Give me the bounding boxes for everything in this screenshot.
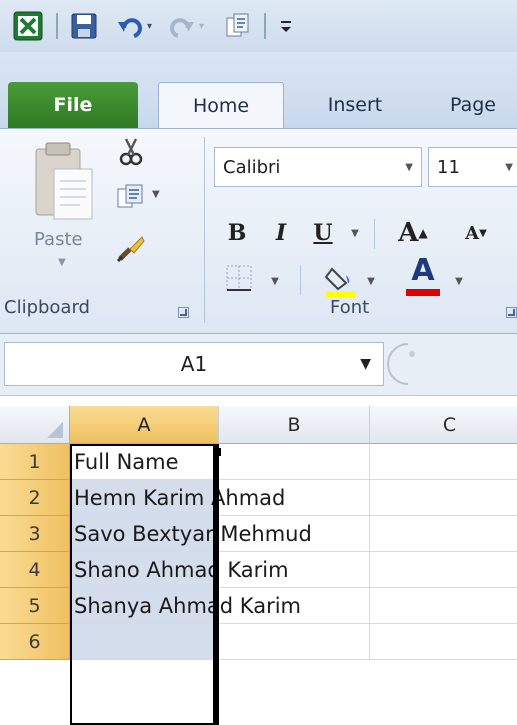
- format-painter-icon[interactable]: [116, 233, 146, 263]
- column-header-a[interactable]: A: [70, 406, 219, 444]
- cell-a5-text: Shanya Ahmad Karim: [74, 594, 301, 618]
- shrink-font-button[interactable]: A ▼: [456, 213, 496, 253]
- redo-dropdown-icon: ▾: [198, 20, 205, 32]
- clipboard-group-label: Clipboard: [4, 297, 90, 318]
- grow-font-glyph: A: [398, 218, 419, 248]
- paste-dropdown-icon[interactable]: ▼: [58, 257, 66, 268]
- font-name-value: Calibri: [223, 156, 281, 178]
- cell-a2-text: Hemn Karim Ahmad: [74, 486, 286, 510]
- paste-icon[interactable]: [30, 139, 98, 227]
- customize-icon[interactable]: [276, 9, 296, 43]
- fill-handle[interactable]: [213, 448, 221, 456]
- row-header-1[interactable]: 1: [0, 444, 70, 480]
- select-all-button[interactable]: [0, 406, 70, 444]
- redo-icon: ▾: [164, 9, 208, 43]
- cell-c1[interactable]: [370, 444, 517, 480]
- font-launcher-icon[interactable]: [506, 307, 517, 318]
- font-size-dropdown[interactable]: 11 ▼: [428, 147, 517, 187]
- worksheet-grid: A B C 1 Full Name 2 Hemn Karim Ahmad 3 S…: [0, 396, 517, 725]
- chevron-down-icon[interactable]: ▼: [405, 162, 413, 173]
- cell-a6[interactable]: [70, 624, 219, 660]
- font-name-dropdown[interactable]: Calibri ▼: [214, 147, 422, 187]
- cell-b6[interactable]: [219, 624, 370, 660]
- grow-font-button[interactable]: A ▲: [392, 213, 434, 253]
- separator: [374, 219, 375, 249]
- name-box[interactable]: A1 ▼: [4, 342, 384, 386]
- font-color-glyph: A: [411, 253, 435, 288]
- font-color-icon[interactable]: A: [402, 253, 444, 299]
- formula-bar: A1 ▼: [0, 334, 517, 396]
- font-color-swatch: [406, 289, 440, 296]
- font-size-value: 11: [437, 156, 460, 178]
- paste-special-icon[interactable]: [218, 9, 258, 43]
- borders-icon[interactable]: [222, 261, 256, 295]
- undo-icon[interactable]: ▾: [114, 9, 154, 43]
- tab-page-layout[interactable]: Page: [430, 82, 517, 128]
- tab-file[interactable]: File: [8, 82, 138, 128]
- copy-icon[interactable]: ▼: [116, 183, 166, 213]
- ribbon-tabs: File Home Insert Page: [0, 52, 517, 128]
- borders-dropdown-icon[interactable]: ▼: [266, 261, 284, 301]
- column-header-c[interactable]: C: [370, 406, 517, 444]
- selection-right-edge: [213, 444, 218, 725]
- fill-color-icon[interactable]: [322, 261, 360, 299]
- font-group-label: Font: [330, 297, 370, 318]
- row-header-3[interactable]: 3: [0, 516, 70, 552]
- paste-button-label[interactable]: Paste: [34, 229, 83, 250]
- cell-a1-text: Full Name: [74, 450, 179, 474]
- italic-button[interactable]: I: [266, 213, 296, 253]
- undo-dropdown-icon[interactable]: ▾: [147, 21, 152, 32]
- chevron-down-icon[interactable]: ▼: [505, 162, 513, 173]
- formula-bar-handle-icon[interactable]: [384, 342, 424, 386]
- group-separator: [204, 137, 205, 323]
- underline-button[interactable]: U: [308, 213, 338, 253]
- row-header-2[interactable]: 2: [0, 480, 70, 516]
- clipboard-launcher-icon[interactable]: [178, 307, 189, 318]
- copy-dropdown-icon[interactable]: ▼: [152, 189, 160, 200]
- bold-button[interactable]: B: [222, 213, 252, 253]
- cell-c3[interactable]: [370, 516, 517, 552]
- tab-insert[interactable]: Insert: [300, 82, 410, 128]
- shrink-font-glyph: A: [465, 222, 480, 244]
- ribbon-home: Paste ▼ ▼ Clipboard Calibri ▼ 11 ▼ B I U…: [0, 128, 517, 334]
- cell-c6[interactable]: [370, 624, 517, 660]
- column-header-b[interactable]: B: [219, 406, 370, 444]
- name-box-value: A1: [180, 352, 208, 376]
- row-header-4[interactable]: 4: [0, 552, 70, 588]
- row-header-6[interactable]: 6: [0, 624, 70, 660]
- save-icon[interactable]: [68, 9, 100, 43]
- fill-color-dropdown-icon[interactable]: ▼: [362, 261, 380, 301]
- qat-separator: [56, 13, 58, 39]
- tab-home[interactable]: Home: [158, 82, 284, 128]
- cut-icon[interactable]: [116, 137, 146, 167]
- font-color-dropdown-icon[interactable]: ▼: [450, 261, 468, 301]
- separator: [300, 265, 301, 295]
- cell-c4[interactable]: [370, 552, 517, 588]
- chevron-down-icon[interactable]: ▼: [360, 356, 371, 372]
- quick-access-toolbar: ▾ ▾: [0, 0, 517, 52]
- cell-a3-text: Savo Bextyar Mehmud: [74, 522, 312, 546]
- underline-dropdown-icon[interactable]: ▼: [346, 213, 364, 253]
- cell-c2[interactable]: [370, 480, 517, 516]
- cell-a4-text: Shano Ahmad Karim: [74, 558, 289, 582]
- row-header-5[interactable]: 5: [0, 588, 70, 624]
- excel-icon[interactable]: [10, 9, 46, 43]
- cell-c5[interactable]: [370, 588, 517, 624]
- qat-separator-2: [264, 13, 266, 39]
- cell-b1[interactable]: [219, 444, 370, 480]
